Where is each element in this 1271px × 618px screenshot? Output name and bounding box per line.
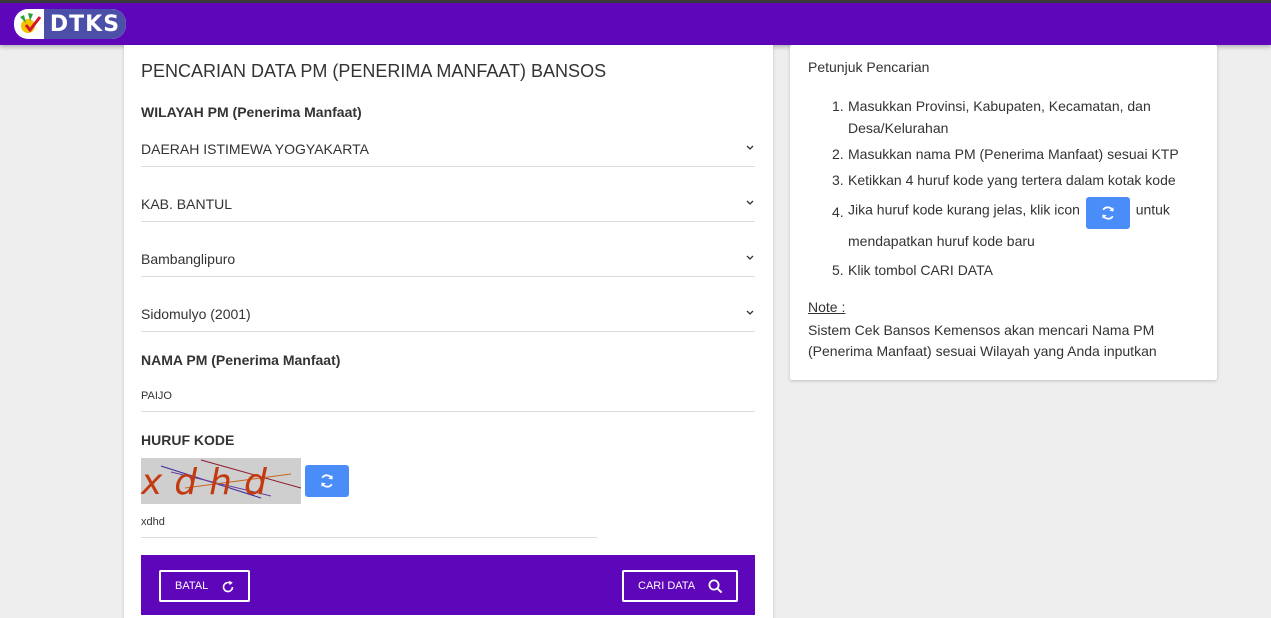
nama-input[interactable]: PAIJO — [141, 381, 755, 412]
kabupaten-value: KAB. BANTUL — [141, 195, 233, 212]
help-card: Petunjuk Pencarian 1. Masukkan Provinsi,… — [790, 45, 1217, 380]
chevron-down-icon — [746, 200, 754, 205]
nama-value: PAIJO — [141, 390, 172, 402]
help-step: 1. Masukkan Provinsi, Kabupaten, Kecamat… — [832, 98, 1151, 136]
kode-input[interactable]: xdhd — [141, 511, 597, 538]
desa-value: Sidomulyo (2001) — [141, 305, 251, 322]
kode-value: xdhd — [141, 516, 165, 528]
help-step: 2. Masukkan nama PM (Penerima Manfaat) s… — [832, 146, 1179, 162]
kecamatan-select[interactable]: Bambanglipuro — [141, 241, 755, 277]
note-text: Sistem Cek Bansos Kemensos akan mencari … — [808, 322, 1157, 359]
page-title: PENCARIAN DATA PM (PENERIMA MANFAAT) BAN… — [141, 61, 607, 81]
help-step: 4. Jika huruf kode kurang jelas, klik ic… — [808, 195, 1198, 255]
wilayah-label: WILAYAH PM (Penerima Manfaat) — [141, 104, 362, 120]
kabupaten-select[interactable]: KAB. BANTUL — [141, 186, 755, 222]
refresh-icon — [321, 474, 333, 488]
kode-label: HURUF KODE — [141, 432, 235, 448]
help-step: 5. Klik tombol CARI DATA — [832, 262, 993, 278]
help-steps: 1. Masukkan Provinsi, Kabupaten, Kecamat… — [808, 95, 1198, 285]
chevron-down-icon — [746, 255, 754, 260]
nama-label: NAMA PM (Penerima Manfaat) — [141, 352, 341, 368]
captcha-image: xdhd — [141, 458, 301, 504]
help-title: Petunjuk Pencarian — [808, 59, 930, 75]
search-icon — [708, 579, 723, 594]
reset-icon — [222, 580, 234, 593]
batal-label: BATAL — [175, 580, 209, 592]
desa-select[interactable]: Sidomulyo (2001) — [141, 296, 755, 332]
refresh-icon — [1101, 206, 1114, 220]
captcha-text: xdhd — [141, 462, 279, 503]
cari-label: CARI DATA — [638, 580, 696, 592]
action-bar: BATAL CARI DATA — [141, 555, 755, 615]
provinsi-value: DAERAH ISTIMEWA YOGYAKARTA — [141, 140, 369, 157]
chevron-down-icon — [746, 310, 754, 315]
emblem-icon — [16, 11, 42, 37]
refresh-icon-example — [1085, 197, 1130, 229]
provinsi-select[interactable]: DAERAH ISTIMEWA YOGYAKARTA — [141, 131, 755, 167]
logo-text: DTKS — [44, 9, 126, 39]
help-step: 3. Ketikkan 4 huruf kode yang tertera da… — [832, 172, 1176, 188]
search-form-card: PENCARIAN DATA PM (PENERIMA MANFAAT) BAN… — [124, 45, 773, 618]
navbar: DTKS — [0, 3, 1271, 45]
dtks-logo[interactable]: DTKS — [14, 9, 126, 39]
note-label: Note : — [808, 299, 846, 315]
refresh-captcha-button[interactable] — [305, 465, 349, 497]
batal-button[interactable]: BATAL — [159, 570, 250, 602]
cari-data-button[interactable]: CARI DATA — [622, 570, 738, 602]
kecamatan-value: Bambanglipuro — [141, 250, 236, 267]
chevron-down-icon — [746, 145, 754, 150]
